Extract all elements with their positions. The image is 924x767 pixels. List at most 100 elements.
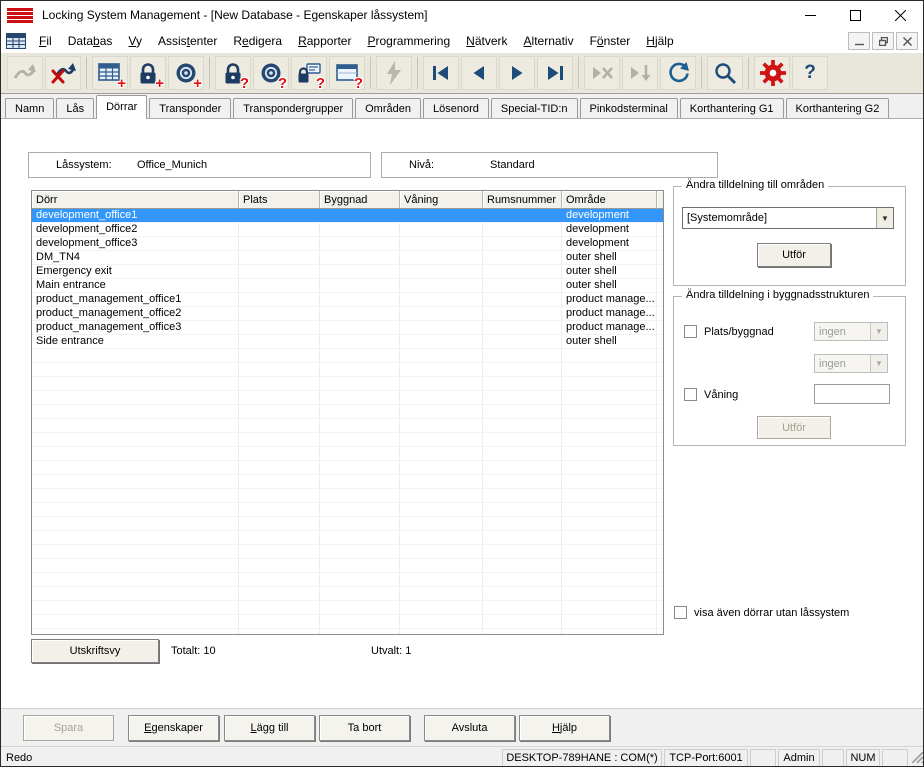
discard-record-button[interactable] bbox=[584, 56, 620, 90]
menu-item-databas[interactable]: Databas bbox=[60, 30, 121, 52]
cell bbox=[483, 209, 562, 222]
search-button[interactable] bbox=[707, 56, 743, 90]
help-action-button[interactable]: Hjälp bbox=[519, 715, 610, 741]
table-row[interactable]: development_office2development bbox=[32, 223, 663, 237]
floor-checkbox[interactable] bbox=[684, 388, 697, 401]
column-header-plats[interactable]: Plats bbox=[239, 191, 320, 209]
maximize-icon[interactable] bbox=[833, 1, 878, 29]
cell bbox=[320, 321, 400, 334]
menu-item-n-tverk[interactable]: Nätverk bbox=[458, 30, 515, 52]
tab-d-rrar[interactable]: Dörrar bbox=[96, 95, 147, 119]
menu-item-vy[interactable]: Vy bbox=[120, 30, 150, 52]
table-row[interactable]: product_management_office1product manage… bbox=[32, 293, 663, 307]
building-execute-button[interactable]: Utför bbox=[757, 416, 831, 439]
cell bbox=[562, 419, 657, 432]
cell bbox=[657, 461, 664, 474]
refresh-button[interactable] bbox=[660, 56, 696, 90]
area-execute-button[interactable]: Utför bbox=[757, 243, 831, 267]
column-header-v-ning[interactable]: Våning bbox=[400, 191, 483, 209]
resize-grip[interactable] bbox=[910, 750, 924, 766]
cell: DM_TN4 bbox=[32, 251, 239, 264]
tab-l-s[interactable]: Lås bbox=[56, 98, 94, 118]
mdi-minimize-icon[interactable] bbox=[848, 32, 870, 50]
menu-item-programmering[interactable]: Programmering bbox=[359, 30, 458, 52]
new-transponder-button[interactable]: + bbox=[168, 56, 204, 90]
table-row[interactable]: development_office3development bbox=[32, 237, 663, 251]
mdi-close-icon[interactable] bbox=[896, 32, 918, 50]
location-dropdown[interactable]: ingen ▼ bbox=[814, 322, 888, 341]
remove-button[interactable]: Ta bort bbox=[319, 715, 410, 741]
show-all-doors-checkbox[interactable] bbox=[674, 606, 687, 619]
column-header-spacer[interactable] bbox=[657, 191, 664, 209]
cell bbox=[562, 545, 657, 558]
exit-button[interactable]: Avsluta bbox=[424, 715, 515, 741]
cell: development_office3 bbox=[32, 237, 239, 250]
child-window-icon[interactable] bbox=[6, 33, 26, 49]
column-header-omr-de[interactable]: Område bbox=[562, 191, 657, 209]
cell bbox=[400, 307, 483, 320]
next-record-button[interactable] bbox=[499, 56, 535, 90]
status-num-lock: NUM bbox=[846, 749, 880, 767]
last-record-button[interactable] bbox=[537, 56, 573, 90]
apply-record-button[interactable] bbox=[622, 56, 658, 90]
read-network-button[interactable]: ? bbox=[329, 56, 365, 90]
menu-item-assistenter[interactable]: Assistenter bbox=[150, 30, 225, 52]
tab-special-tid-n[interactable]: Special-TID:n bbox=[491, 98, 578, 118]
previous-record-button[interactable] bbox=[461, 56, 497, 90]
add-button[interactable]: Lägg till bbox=[224, 715, 315, 741]
tab-omr-den[interactable]: Områden bbox=[355, 98, 421, 118]
chevron-down-icon[interactable]: ▼ bbox=[876, 208, 893, 228]
tab-transponder[interactable]: Transponder bbox=[149, 98, 231, 118]
cell bbox=[483, 545, 562, 558]
table-row[interactable]: Side entranceouter shell bbox=[32, 335, 663, 349]
tab-korthantering-g1[interactable]: Korthantering G1 bbox=[680, 98, 784, 118]
filter-button[interactable]: F bbox=[754, 56, 790, 90]
building-dropdown[interactable]: ingen ▼ bbox=[814, 354, 888, 373]
menu-item-f-nster[interactable]: Fönster bbox=[582, 30, 639, 52]
print-view-button[interactable]: Utskriftsvy bbox=[31, 639, 159, 663]
toolbar-separator bbox=[578, 57, 579, 89]
table-empty-row bbox=[32, 419, 663, 433]
table-row[interactable]: Emergency exitouter shell bbox=[32, 265, 663, 279]
floor-input[interactable] bbox=[814, 384, 890, 404]
read-lock-button[interactable]: ? bbox=[215, 56, 251, 90]
menu-item-fil[interactable]: Fil bbox=[31, 30, 60, 52]
area-dropdown[interactable]: [Systemområde] ▼ bbox=[682, 207, 894, 229]
new-locking-system-button[interactable]: + bbox=[92, 56, 128, 90]
menu-item-rapporter[interactable]: Rapporter bbox=[290, 30, 359, 52]
help-button[interactable]: ? bbox=[792, 56, 828, 90]
column-header-d-rr[interactable]: Dörr bbox=[32, 191, 239, 209]
properties-button[interactable]: Egenskaper bbox=[128, 715, 219, 741]
program-button[interactable] bbox=[376, 56, 412, 90]
save-button[interactable]: Spara bbox=[23, 715, 114, 741]
new-lock-button[interactable]: + bbox=[130, 56, 166, 90]
read-transponder-button[interactable]: ? bbox=[253, 56, 289, 90]
table-row[interactable]: Main entranceouter shell bbox=[32, 279, 663, 293]
cell bbox=[320, 615, 400, 628]
close-icon[interactable] bbox=[878, 1, 923, 29]
table-row[interactable]: product_management_office3product manage… bbox=[32, 321, 663, 335]
tab-korthantering-g2[interactable]: Korthantering G2 bbox=[786, 98, 890, 118]
menu-item-alternativ[interactable]: Alternativ bbox=[516, 30, 582, 52]
cell bbox=[320, 447, 400, 460]
table-row[interactable]: DM_TN4outer shell bbox=[32, 251, 663, 265]
first-record-button[interactable] bbox=[423, 56, 459, 90]
tab-pinkodsterminal[interactable]: Pinkodsterminal bbox=[580, 98, 678, 118]
table-row[interactable]: product_management_office2product manage… bbox=[32, 307, 663, 321]
read-card-lock-button[interactable]: ? bbox=[291, 56, 327, 90]
mdi-restore-icon[interactable] bbox=[872, 32, 894, 50]
column-header-byggnad[interactable]: Byggnad bbox=[320, 191, 400, 209]
location-building-checkbox[interactable] bbox=[684, 325, 697, 338]
tab-transpondergrupper[interactable]: Transpondergrupper bbox=[233, 98, 353, 118]
connect-button[interactable] bbox=[7, 56, 43, 90]
minimize-icon[interactable] bbox=[788, 1, 833, 29]
column-header-rumsnummer[interactable]: Rumsnummer bbox=[483, 191, 562, 209]
disconnect-button[interactable] bbox=[45, 56, 81, 90]
tab-l-senord[interactable]: Lösenord bbox=[423, 98, 489, 118]
tab-namn[interactable]: Namn bbox=[5, 98, 54, 118]
table-header: DörrPlatsByggnadVåningRumsnummerOmråde bbox=[32, 191, 663, 209]
table-empty-row bbox=[32, 377, 663, 391]
menu-item-hj-lp[interactable]: Hjälp bbox=[638, 30, 681, 52]
table-row[interactable]: development_office1development bbox=[32, 209, 663, 223]
menu-item-redigera[interactable]: Redigera bbox=[225, 30, 290, 52]
